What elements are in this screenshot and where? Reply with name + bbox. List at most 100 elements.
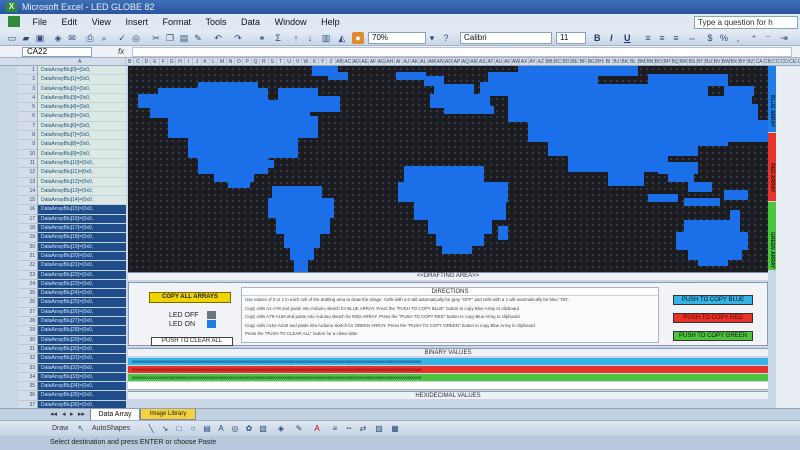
array-cell[interactable]: DataArrayBlu[32]={0x0, [38,363,126,373]
column-header-cell[interactable]: AY [529,58,538,65]
column-header-cell[interactable]: D [143,58,152,65]
row-header-cell[interactable]: 33 [18,364,37,373]
row-header-cell[interactable]: 1 [18,66,37,76]
drafting-area[interactable] [128,66,768,272]
sort-ascending-icon[interactable]: ↑ [290,32,302,44]
column-header-cell[interactable]: AX [520,58,529,65]
dash-style-icon[interactable]: ┅ [344,424,354,434]
array-cell[interactable]: DataArrayBlu[24]={0x0, [38,289,126,299]
last-sheet-icon[interactable]: ▸▸ [78,410,85,420]
column-header-cell[interactable]: BS [688,58,697,65]
draw-menu[interactable]: Draw [52,424,68,434]
column-header-cell[interactable]: CA [755,58,764,65]
row-header-cell[interactable]: 36 [18,391,37,401]
column-header-cell[interactable]: CC [772,58,781,65]
record-icon[interactable]: ● [352,32,364,44]
menu-insert[interactable]: Insert [119,14,154,30]
print-preview-icon[interactable]: ⌕ [98,32,110,44]
column-header-cell[interactable]: W [302,58,311,65]
column-header-cell[interactable]: BK [621,58,630,65]
column-header-cell[interactable]: AW [512,58,521,65]
column-header-cell[interactable]: T [277,58,286,65]
column-header-cell[interactable]: P [243,58,252,65]
array-cell[interactable]: DataArrayBlu[13]={0x0, [38,187,126,197]
column-header-cell[interactable]: BZ [747,58,756,65]
column-header-cell[interactable]: AN [436,58,445,65]
column-header-cell[interactable]: BU [705,58,714,65]
row-header-cell[interactable]: 11 [18,159,37,169]
row-header-cell[interactable]: 31 [18,345,37,355]
binary-green-row[interactable]: 0000000000000000000000000000000000000000… [128,374,768,381]
column-header-cell[interactable]: AS [478,58,487,65]
column-header-cell[interactable]: AE [361,58,370,65]
arrow-icon[interactable]: ↘ [160,424,170,434]
save-icon[interactable]: ▣ [34,32,46,44]
row-header-cell[interactable]: 18 [18,224,37,234]
row-header-cell[interactable]: 20 [18,243,37,252]
column-header-cell[interactable]: BF [579,58,588,65]
chart-wizard-icon[interactable]: ▥ [320,32,332,44]
column-header-cell[interactable]: AF [369,58,378,65]
row-header-cell[interactable]: 25 [18,289,37,299]
indent-icon[interactable]: ⇥ [778,32,790,44]
row-header-cell[interactable]: 5 [18,103,37,113]
row-header-cell[interactable]: 29 [18,326,37,336]
binary-blue-row[interactable]: 0000000000000000000000000000000000000000… [128,358,768,365]
row-header-cell[interactable]: 27 [18,308,37,318]
italic-icon[interactable]: I [610,32,613,44]
row-header-cell[interactable]: 13 [18,178,37,187]
row-header-cell[interactable]: 7 [18,122,37,132]
underline-icon[interactable]: U [624,32,631,44]
row-header-cell[interactable]: 15 [18,196,37,206]
hyperlink-icon[interactable]: ⚭ [256,32,268,44]
permission-icon[interactable]: ◈ [52,32,64,44]
array-cell[interactable]: DataArrayBlu[29]={0x0, [38,335,126,345]
array-cell[interactable]: DataArrayBlu[9]={0x0, [38,150,126,159]
row-header-cell[interactable]: 26 [18,298,37,308]
arrow-style-icon[interactable]: ⇄ [358,424,368,434]
row-header-cell[interactable]: 9 [18,140,37,150]
column-header-cell[interactable]: BL [629,58,638,65]
column-header-cell[interactable]: U [285,58,294,65]
row-header-cell[interactable]: 24 [18,280,37,290]
column-header-cell[interactable]: CE [789,58,798,65]
column-header-cell[interactable]: BI [604,58,613,65]
font-select[interactable]: Calibri [460,32,552,44]
column-header-cell[interactable]: AT [487,58,496,65]
column-header-cell[interactable]: CB [764,58,773,65]
percent-icon[interactable]: % [718,32,730,44]
rectangle-icon[interactable]: □ [174,424,184,434]
row-header-cell[interactable]: 12 [18,168,37,178]
textbox-icon[interactable]: ▤ [202,424,212,434]
column-header-cell[interactable]: AJ [403,58,412,65]
line-color-icon[interactable]: ✎ [294,424,304,434]
column-header-cell[interactable]: AU [495,58,504,65]
row-header-cell[interactable]: 28 [18,317,37,327]
column-header-cell[interactable]: K [202,58,210,65]
array-cell[interactable]: DataArrayBlu[11]={0x0, [38,168,126,178]
new-icon[interactable]: ▭ [6,32,18,44]
array-cell[interactable]: DataArrayBlu[17]={0x0, [38,224,126,234]
column-header-cell[interactable]: BP [663,58,672,65]
help-search-input[interactable]: Type a question for h [694,16,798,29]
column-header-cell[interactable]: CD [780,58,789,65]
array-cell[interactable]: DataArrayBlu[15]={0x0, [38,205,126,215]
column-header-cell[interactable]: AB [336,58,345,65]
select-objects-icon[interactable]: ↖ [76,424,86,434]
column-header-cell[interactable]: H [176,58,185,65]
open-icon[interactable]: ▰ [20,32,32,44]
copy-red-button[interactable]: PUSH TO COPY RED [673,313,753,323]
column-header-cell[interactable]: A [38,58,126,65]
first-sheet-icon[interactable]: ◂◂ [50,410,57,420]
menu-format[interactable]: Format [156,14,197,30]
currency-icon[interactable]: $ [704,32,716,44]
paste-icon[interactable]: ▤ [178,32,190,44]
row-header-cell[interactable]: 4 [18,94,37,104]
align-left-icon[interactable]: ≡ [642,32,654,44]
array-cell[interactable]: DataArrayBlu[25]={0x0, [38,298,126,308]
column-header-cell[interactable]: AD [353,58,361,65]
fill-color-icon[interactable]: ◈ [276,424,286,434]
column-header-cell[interactable]: BJ [613,58,622,65]
column-header-cell[interactable]: AQ [462,58,471,65]
column-header-cell[interactable]: AP [453,58,462,65]
